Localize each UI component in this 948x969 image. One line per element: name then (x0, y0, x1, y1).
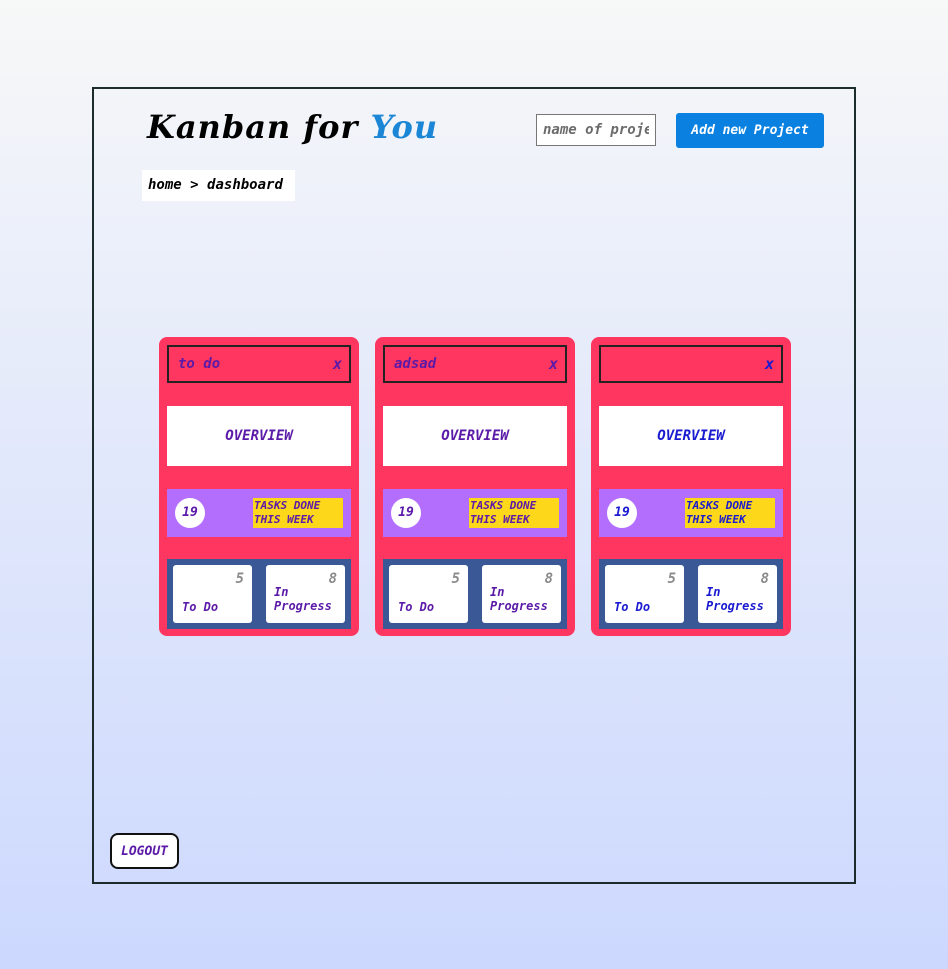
tasks-done-label: tasks done this week (253, 498, 343, 528)
task-stats-panel: 5 To Do 8 In Progress (167, 559, 351, 629)
project-card: x OVERVIEW 19 tasks done this week 5 To … (591, 337, 791, 636)
delete-project-button[interactable]: x (765, 355, 774, 373)
task-stats-panel: 5 To Do 8 In Progress (599, 559, 783, 629)
breadcrumb-separator: > (190, 177, 199, 193)
app-title: Kanban for You (147, 108, 438, 146)
todo-label: To Do (614, 600, 651, 614)
tasks-done-bar: 19 tasks done this week (383, 489, 567, 537)
tasks-done-label: tasks done this week (685, 498, 775, 528)
todo-count: 5 (235, 571, 244, 587)
tasks-done-count: 19 (607, 498, 637, 528)
add-project-button[interactable]: Add new Project (676, 113, 824, 148)
tasks-done-count: 19 (175, 498, 205, 528)
task-stats-panel: 5 To Do 8 In Progress (383, 559, 567, 629)
in-progress-stat: 8 In Progress (266, 565, 345, 623)
in-progress-stat: 8 In Progress (698, 565, 777, 623)
in-progress-label: In Progress (706, 585, 764, 613)
todo-stat: 5 To Do (389, 565, 468, 623)
in-progress-stat: 8 In Progress (482, 565, 561, 623)
delete-project-button[interactable]: x (333, 355, 342, 373)
in-progress-label: In Progress (490, 585, 548, 613)
todo-stat: 5 To Do (605, 565, 684, 623)
project-card: adsad x OVERVIEW 19 tasks done this week… (375, 337, 575, 636)
tasks-done-bar: 19 tasks done this week (599, 489, 783, 537)
project-card-header: adsad x (383, 345, 567, 383)
breadcrumb: home > dashboard (142, 170, 295, 201)
project-card-header: to do x (167, 345, 351, 383)
breadcrumb-home[interactable]: home (148, 177, 182, 193)
logout-button[interactable]: LOGOUT (110, 833, 179, 869)
tasks-done-label: tasks done this week (469, 498, 559, 528)
overview-button[interactable]: OVERVIEW (383, 406, 567, 466)
title-main: Kanban for (147, 108, 359, 146)
tasks-done-bar: 19 tasks done this week (167, 489, 351, 537)
overview-button[interactable]: OVERVIEW (599, 406, 783, 466)
project-card-header: x (599, 345, 783, 383)
project-card: to do x OVERVIEW 19 tasks done this week… (159, 337, 359, 636)
project-name: adsad (394, 356, 437, 372)
todo-label: To Do (398, 600, 435, 614)
title-accent: You (370, 108, 439, 146)
project-name-input[interactable] (536, 114, 656, 146)
overview-button[interactable]: OVERVIEW (167, 406, 351, 466)
delete-project-button[interactable]: x (549, 355, 558, 373)
todo-count: 5 (451, 571, 460, 587)
todo-count: 5 (667, 571, 676, 587)
in-progress-label: In Progress (274, 585, 332, 613)
project-name: to do (178, 356, 221, 372)
breadcrumb-current: dashboard (207, 177, 283, 193)
todo-stat: 5 To Do (173, 565, 252, 623)
tasks-done-count: 19 (391, 498, 421, 528)
todo-label: To Do (182, 600, 219, 614)
